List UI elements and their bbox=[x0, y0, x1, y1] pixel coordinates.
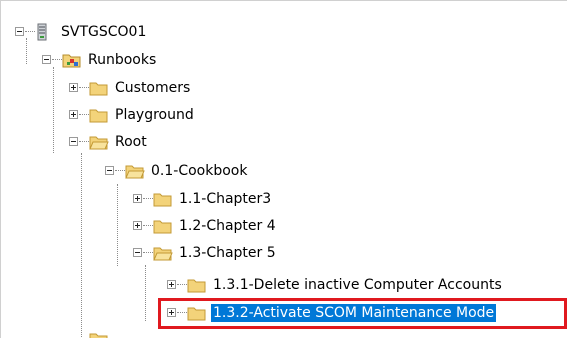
tree-view-panel: SVTGSCO01 Runbooks Customers Playground … bbox=[0, 0, 567, 338]
tree-node-server[interactable]: SVTGSCO01 bbox=[15, 21, 315, 45]
folder-icon bbox=[153, 190, 173, 208]
folder-icon bbox=[89, 330, 109, 338]
expand-toggle[interactable] bbox=[133, 194, 142, 203]
collapse-toggle[interactable] bbox=[15, 27, 24, 36]
tree-node-label: Customers bbox=[115, 80, 191, 96]
folder-open-icon bbox=[125, 162, 145, 180]
tree-connector bbox=[79, 141, 89, 142]
folder-icon bbox=[89, 79, 109, 97]
tree-node-chapter3[interactable]: 1.1-Chapter3 bbox=[133, 188, 433, 212]
tree-node-chapter4[interactable]: 1.2-Chapter 4 bbox=[133, 215, 433, 239]
tree-connector bbox=[143, 198, 153, 199]
tree-node-playground[interactable]: Playground bbox=[69, 104, 369, 128]
expand-toggle[interactable] bbox=[69, 83, 78, 92]
tree-connector bbox=[81, 153, 82, 338]
tree-connector bbox=[79, 87, 89, 88]
folder-open-icon bbox=[153, 244, 173, 262]
tree-node-label: Root bbox=[115, 134, 147, 150]
tree-node-label: 1.3.1-Delete inactive Computer Accounts bbox=[213, 277, 502, 293]
folder-icon bbox=[89, 106, 109, 124]
tree-node-customers[interactable]: Customers bbox=[69, 77, 369, 101]
tree-node-delete-inactive[interactable]: 1.3.1-Delete inactive Computer Accounts bbox=[167, 274, 567, 298]
tree-connector bbox=[177, 284, 187, 285]
tree-connector bbox=[25, 31, 35, 32]
folder-icon bbox=[153, 217, 173, 235]
tree-connector bbox=[53, 67, 54, 153]
tree-node-label: Runbooks bbox=[88, 52, 157, 68]
highlight-annotation-box bbox=[158, 298, 567, 329]
folder-icon bbox=[187, 276, 207, 294]
server-icon bbox=[35, 23, 55, 41]
tree-node-chapter5[interactable]: 1.3-Chapter 5 bbox=[133, 242, 433, 266]
tree-node-label: SVTGSCO01 bbox=[61, 24, 147, 40]
expand-toggle[interactable] bbox=[69, 110, 78, 119]
expand-toggle[interactable] bbox=[133, 221, 142, 230]
collapse-toggle[interactable] bbox=[133, 248, 142, 257]
collapse-toggle[interactable] bbox=[105, 166, 114, 175]
tree-connector bbox=[143, 225, 153, 226]
tree-connector bbox=[79, 114, 89, 115]
expand-toggle[interactable] bbox=[167, 280, 176, 289]
tree-node-cookbook[interactable]: 0.1-Cookbook bbox=[105, 160, 405, 184]
collapse-toggle[interactable] bbox=[69, 137, 78, 146]
tree-node-label: 1.2-Chapter 4 bbox=[179, 218, 276, 234]
tree-connector bbox=[117, 184, 118, 266]
tree-node-runbooks[interactable]: Runbooks bbox=[42, 49, 342, 73]
tree-node-label: Playground bbox=[115, 107, 194, 123]
folder-open-icon bbox=[89, 133, 109, 151]
runbooks-folder-icon bbox=[62, 51, 82, 69]
tree-node-label: 1.1-Chapter3 bbox=[179, 191, 272, 207]
tree-node-label: 1.3-Chapter 5 bbox=[179, 245, 276, 261]
collapse-toggle[interactable] bbox=[42, 55, 51, 64]
tree-connector bbox=[145, 265, 146, 321]
tree-node-partial bbox=[69, 330, 269, 338]
tree-node-label: 0.1-Cookbook bbox=[151, 163, 248, 179]
tree-connector bbox=[52, 59, 62, 60]
tree-node-root[interactable]: Root bbox=[69, 131, 369, 155]
tree-connector bbox=[143, 252, 153, 253]
tree-connector bbox=[115, 170, 125, 171]
